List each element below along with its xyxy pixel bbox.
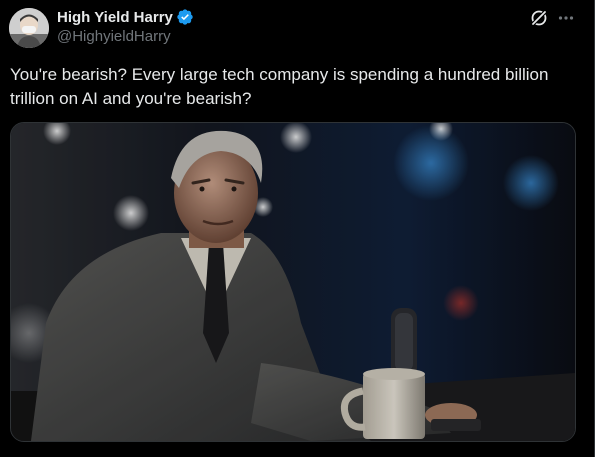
grok-icon <box>530 9 548 27</box>
name-row: High Yield Harry <box>57 7 194 27</box>
avatar-icon <box>9 8 49 48</box>
photo-man-at-bar <box>11 123 575 441</box>
handle[interactable]: @HighyieldHarry <box>57 28 194 45</box>
tweet-text: You're bearish? Every large tech company… <box>10 65 554 108</box>
tweet-header: High Yield Harry @HighyieldHarry <box>57 7 194 45</box>
more-button[interactable] <box>556 8 576 28</box>
display-name[interactable]: High Yield Harry <box>57 9 173 26</box>
avatar[interactable] <box>9 8 49 48</box>
tweet: High Yield Harry @HighyieldHarry You're … <box>0 0 595 457</box>
more-horizontal-icon <box>558 16 574 20</box>
tweet-media[interactable] <box>10 122 576 442</box>
verified-badge-icon <box>177 9 193 25</box>
grok-button[interactable] <box>529 8 549 28</box>
